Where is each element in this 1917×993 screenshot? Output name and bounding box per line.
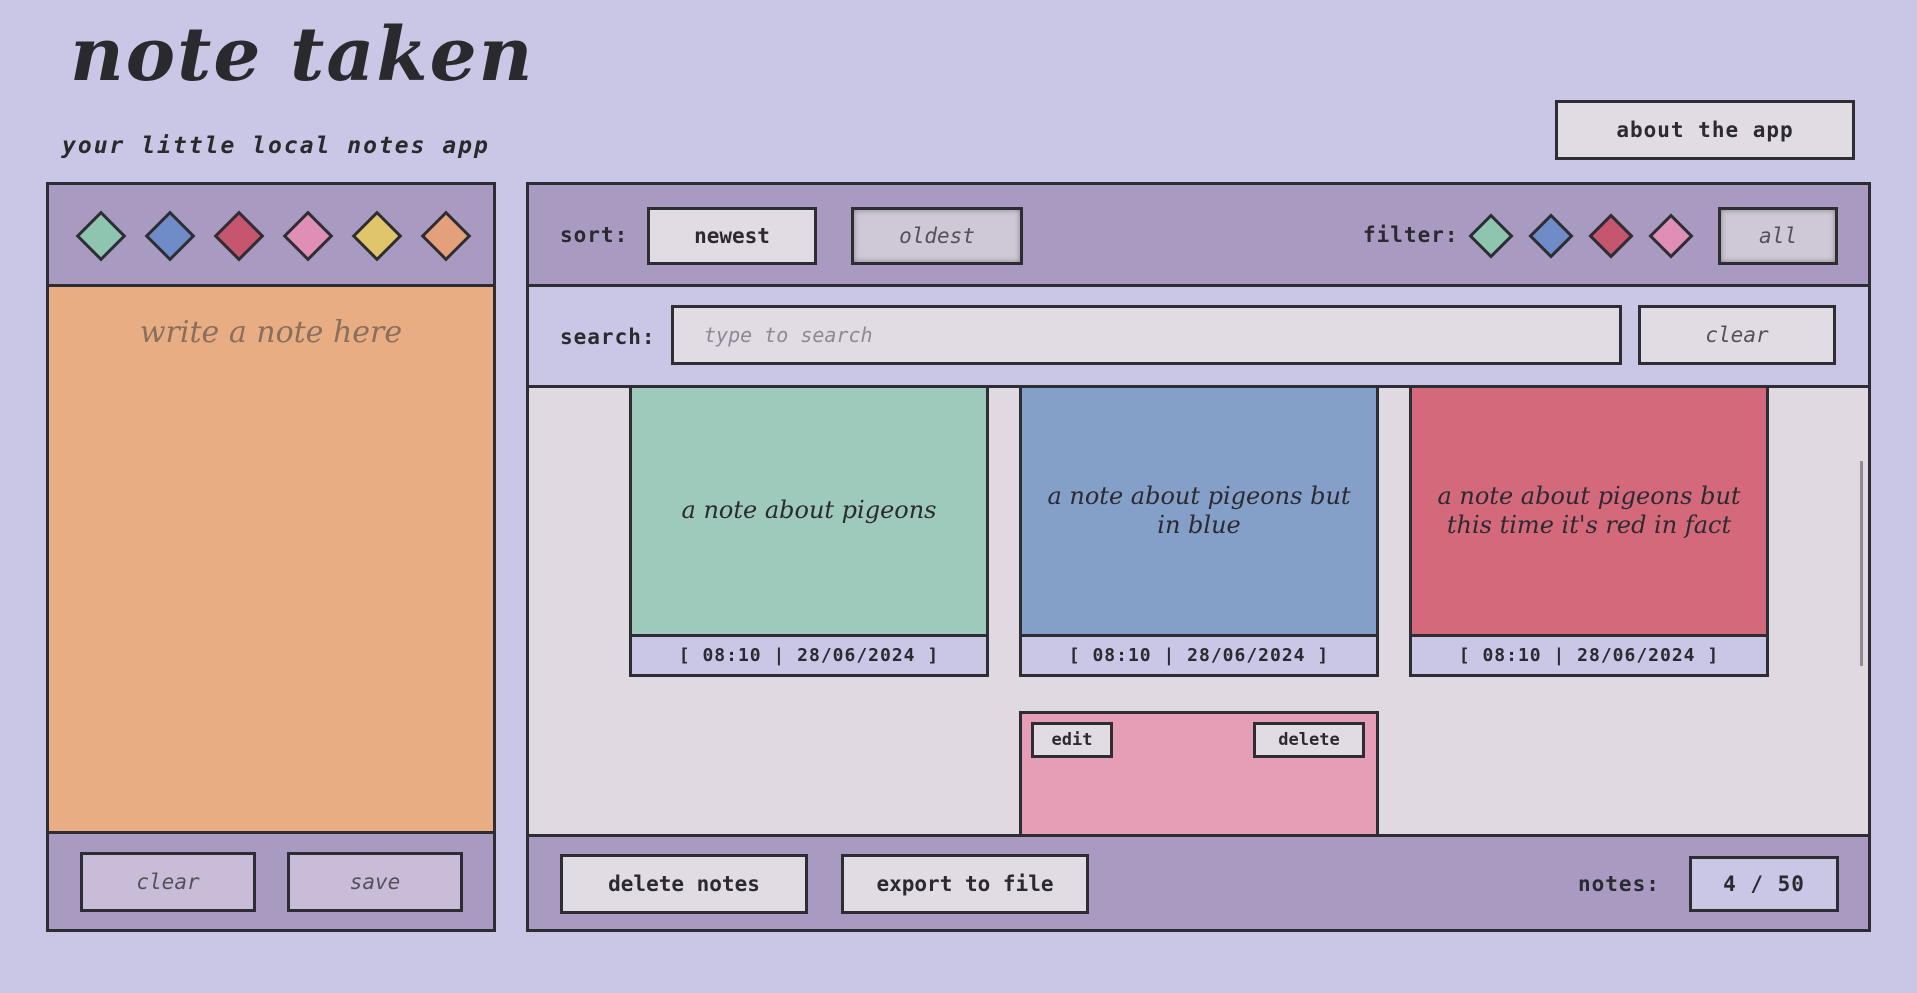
editor-footer: clear save (49, 834, 493, 929)
notes-count-label: notes: (1578, 872, 1660, 896)
notes-grid: a note about pigeons [ 08:10 | 28/06/202… (529, 388, 1868, 834)
note-card[interactable]: a note about pigeons but this time it's … (1409, 388, 1769, 677)
clear-note-button[interactable]: clear (80, 852, 256, 912)
color-swatch-teal-icon[interactable] (75, 210, 127, 262)
notes-scrollbar[interactable] (1860, 461, 1863, 666)
filter-label: filter: (1363, 223, 1459, 247)
note-timestamp: [ 08:10 | 28/06/2024 ] (1412, 634, 1766, 674)
app-title: note taken (70, 12, 535, 98)
sort-filter-toolbar: sort: newest oldest filter: all (529, 185, 1868, 287)
delete-notes-button[interactable]: delete notes (560, 854, 808, 914)
export-file-button[interactable]: export to file (841, 854, 1089, 914)
color-swatch-blue-icon[interactable] (144, 210, 196, 262)
about-button[interactable]: about the app (1555, 100, 1855, 160)
note-card[interactable]: a note about pigeons but in blue [ 08:10… (1019, 388, 1379, 677)
app-subtitle: your little local notes app (62, 133, 490, 159)
sort-label: sort: (560, 223, 629, 247)
note-input[interactable]: write a note here (49, 287, 493, 834)
color-swatch-red-icon[interactable] (213, 210, 265, 262)
note-text: a note about pigeons (681, 496, 937, 525)
delete-note-button[interactable]: delete (1253, 722, 1365, 758)
sort-oldest-button[interactable]: oldest (851, 207, 1023, 265)
search-input[interactable] (671, 305, 1622, 365)
sort-newest-button[interactable]: newest (647, 207, 817, 265)
filter-red-icon[interactable] (1588, 213, 1634, 259)
notes-footer: delete notes export to file notes: 4 / 5… (529, 834, 1868, 929)
note-text: a note about pigeons but this time it's … (1437, 481, 1741, 539)
note-timestamp: [ 08:10 | 28/06/2024 ] (632, 634, 986, 674)
notes-panel: sort: newest oldest filter: all search: … (526, 182, 1871, 932)
color-swatch-yellow-icon[interactable] (351, 210, 403, 262)
editor-panel: write a note here clear save (46, 182, 496, 932)
filter-teal-icon[interactable] (1468, 213, 1514, 259)
color-swatch-orange-icon[interactable] (420, 210, 472, 262)
search-label: search: (560, 325, 656, 349)
filter-pink-icon[interactable] (1648, 213, 1694, 259)
note-text: a note about pigeons but in blue (1047, 481, 1351, 539)
note-card[interactable]: a note about pigeons [ 08:10 | 28/06/202… (629, 388, 989, 677)
color-picker (49, 185, 493, 287)
edit-note-button[interactable]: edit (1031, 722, 1113, 758)
search-clear-button[interactable]: clear (1638, 305, 1836, 365)
note-card-selected[interactable]: edit delete (1019, 711, 1379, 834)
note-timestamp: [ 08:10 | 28/06/2024 ] (1022, 634, 1376, 674)
notes-count-value: 4 / 50 (1689, 856, 1839, 912)
filter-blue-icon[interactable] (1528, 213, 1574, 259)
color-swatch-pink-icon[interactable] (282, 210, 334, 262)
search-bar: search: clear (529, 287, 1868, 388)
filter-all-button[interactable]: all (1718, 207, 1838, 265)
save-note-button[interactable]: save (287, 852, 463, 912)
